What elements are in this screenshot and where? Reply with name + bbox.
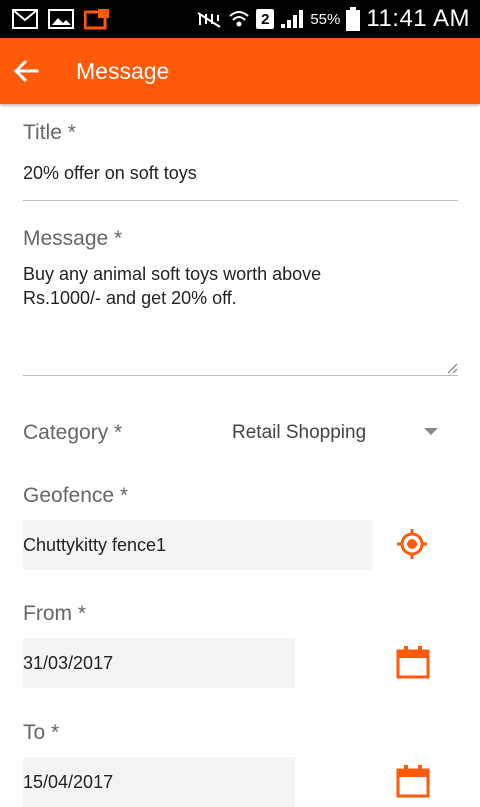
clock: 11:41 AM: [366, 5, 470, 32]
nfc-mute-icon: [197, 12, 221, 28]
message-underline: [23, 375, 458, 376]
title-label: Title *: [23, 121, 76, 144]
battery-percent: 55%: [310, 10, 341, 28]
mail-icon: [12, 9, 38, 29]
resize-grip-icon[interactable]: [446, 362, 458, 374]
back-button[interactable]: [0, 38, 52, 104]
category-selected: Retail Shopping: [232, 422, 367, 443]
calendar-icon[interactable]: [396, 645, 430, 679]
geofence-label: Geofence *: [23, 484, 129, 507]
wifi-icon: [229, 11, 250, 27]
message-label: Message *: [23, 227, 123, 250]
message-textarea[interactable]: Buy any animal soft toys worth above Rs.…: [23, 262, 458, 372]
title-input[interactable]: 20% offer on soft toys: [23, 163, 197, 184]
to-label: To *: [23, 721, 60, 744]
to-date-value: 15/04/2017: [23, 771, 114, 792]
app-notification-icon: [84, 9, 109, 30]
geofence-value: Chuttykitty fence1: [23, 534, 167, 555]
notification-icons: [0, 8, 110, 30]
app-bar: Message: [0, 38, 480, 104]
signal-icon: [281, 10, 304, 28]
category-label: Category *: [23, 421, 123, 444]
sim-slot-badge: 2: [256, 9, 275, 29]
calendar-icon[interactable]: [396, 764, 430, 798]
from-date-value: 31/03/2017: [23, 652, 114, 673]
image-icon: [48, 9, 74, 29]
target-location-icon[interactable]: [396, 528, 428, 560]
battery-icon: [346, 7, 361, 31]
geofence-field[interactable]: Chuttykitty fence1: [23, 520, 373, 570]
arrow-left-icon: [13, 59, 39, 83]
status-bar: 2 55% 11:41 AM: [0, 0, 480, 38]
system-icons: 2 55% 11:41 AM: [196, 5, 480, 33]
category-dropdown[interactable]: Retail Shopping: [232, 416, 442, 450]
page-title: Message: [76, 57, 170, 84]
from-label: From *: [23, 602, 86, 625]
title-underline: [23, 200, 458, 201]
chevron-down-icon: [424, 428, 438, 435]
from-date-field[interactable]: 31/03/2017: [23, 638, 295, 688]
